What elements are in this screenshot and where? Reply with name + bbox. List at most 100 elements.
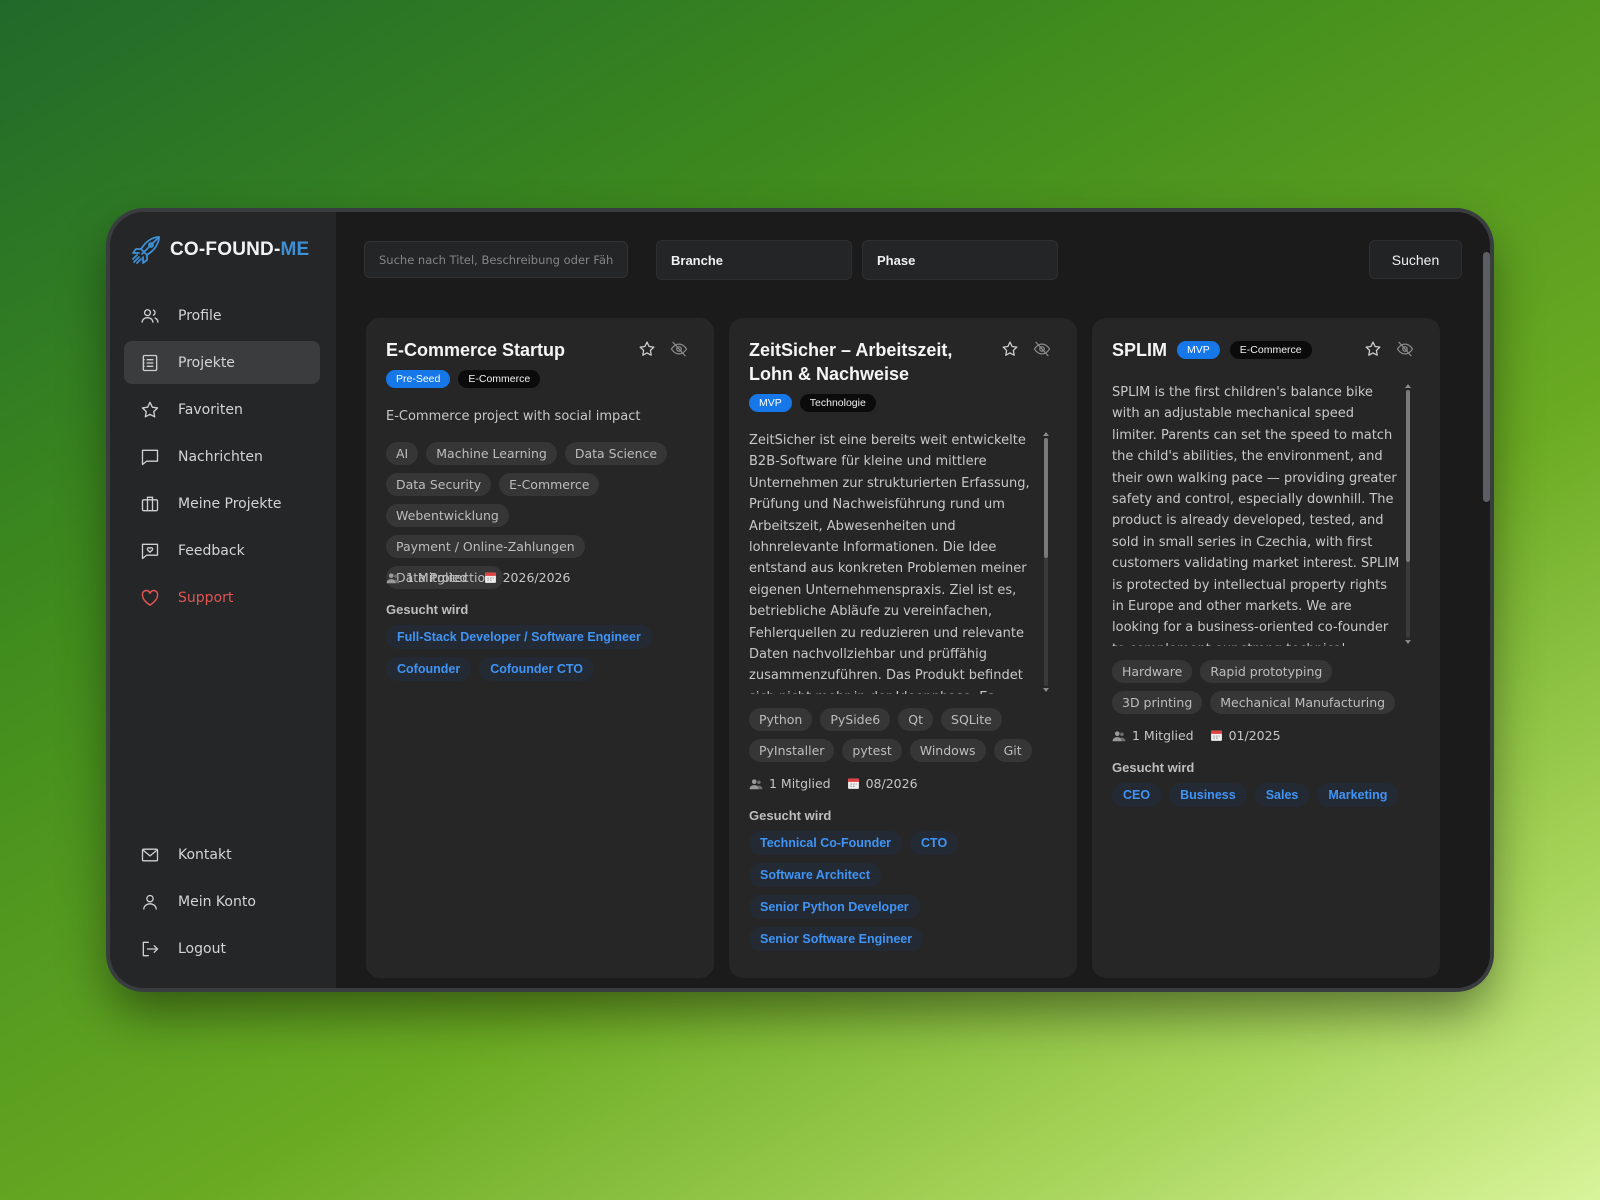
skill-tag: Data Security [386, 473, 492, 496]
star-icon[interactable] [1001, 340, 1019, 358]
card-description: E-Commerce project with social impact [386, 409, 641, 424]
nav-item-support[interactable]: Support [124, 576, 320, 619]
role-tag: CEO [1112, 783, 1162, 807]
nav-item-feedback[interactable]: Feedback [124, 529, 320, 572]
role-tag: Marketing [1317, 783, 1399, 807]
heart-icon [141, 589, 159, 606]
wanted-label: Gesucht wird [1112, 760, 1195, 775]
member-count: 1 Mitglied [406, 570, 468, 585]
eye-off-icon[interactable] [1033, 340, 1051, 358]
wanted-roles: CEO Business Sales Marketing [1112, 783, 1420, 807]
members-icon [386, 572, 400, 583]
card-date: 01/2025 [1228, 728, 1281, 743]
phase-badge: MVP [749, 394, 792, 412]
description-scroll[interactable]: ZeitSicher ist eine bereits weit entwick… [749, 430, 1043, 694]
list-icon [142, 354, 158, 371]
role-tag: Senior Software Engineer [749, 927, 924, 951]
role-tag: Sales [1254, 783, 1310, 807]
app-window: CO-FOUND-ME Profile Projekte Favoriten N… [110, 212, 1490, 988]
role-tag: Cofounder [386, 657, 472, 681]
branch-badge: Technologie [799, 394, 876, 412]
phase-badge: MVP [1177, 341, 1220, 359]
feedback-icon [141, 543, 159, 559]
members-icon [1112, 730, 1126, 741]
skill-tag: AI [386, 442, 419, 465]
wanted-roles: Full-Stack Developer / Software Engineer… [386, 625, 694, 681]
card-date: 08/2026 [865, 776, 918, 791]
description-scroll[interactable]: SPLIM is the first children's balance bi… [1112, 382, 1402, 646]
nav-item-logout[interactable]: Logout [124, 927, 320, 970]
user-icon [143, 894, 157, 910]
skill-tags: Hardware Rapid prototyping 3D printing M… [1112, 660, 1420, 714]
card-meta: 1 Mitglied 2026/2026 [386, 570, 570, 585]
nav-item-nachrichten[interactable]: Nachrichten [124, 435, 320, 478]
star-icon[interactable] [1364, 340, 1382, 358]
project-card[interactable]: SPLIM MVP E-Commerce SPLIM is the first … [1092, 318, 1440, 978]
nav-item-profile[interactable]: Profile [124, 294, 320, 337]
member-count: 1 Mitglied [1132, 728, 1194, 743]
card-description: ZeitSicher ist eine bereits weit entwick… [749, 433, 1030, 694]
nav-label: Kontakt [178, 846, 232, 863]
calendar-icon [484, 572, 496, 583]
skill-tag: PyInstaller [749, 739, 835, 762]
message-icon [141, 449, 159, 465]
skill-tag: Data Science [564, 442, 668, 465]
phase-select[interactable]: Phase [862, 240, 1058, 280]
role-tag: Software Architect [749, 863, 881, 887]
skill-tag: Qt [898, 708, 934, 731]
role-tag: Senior Python Developer [749, 895, 920, 919]
skill-tag: SQLite [941, 708, 1002, 731]
page-scrollbar[interactable] [1483, 252, 1490, 502]
scrollbar-thumb[interactable] [1406, 390, 1410, 562]
star-icon[interactable] [638, 340, 656, 358]
skill-tag: Git [993, 739, 1032, 762]
scroll-down-arrow[interactable] [1405, 640, 1411, 644]
nav-item-projekte[interactable]: Projekte [124, 341, 320, 384]
skill-tag: Python [749, 708, 813, 731]
search-input[interactable] [364, 241, 628, 278]
nav-label: Mein Konto [178, 893, 256, 910]
skill-tag: 3D printing [1112, 691, 1203, 714]
nav-item-kontakt[interactable]: Kontakt [124, 833, 320, 876]
card-title[interactable]: SPLIM [1112, 338, 1167, 362]
skill-tag: Hardware [1112, 660, 1193, 683]
nav-label: Logout [178, 940, 226, 957]
eye-off-icon[interactable] [1396, 340, 1414, 358]
role-tag: Cofounder CTO [479, 657, 595, 681]
role-tag: CTO [910, 831, 959, 855]
role-tag: Business [1169, 783, 1247, 807]
wanted-label: Gesucht wird [749, 808, 832, 823]
branche-select[interactable]: Branche [656, 240, 852, 280]
scroll-down-arrow[interactable] [1043, 688, 1049, 692]
scroll-up-arrow[interactable] [1043, 432, 1049, 436]
brand-name: CO-FOUND-ME [170, 239, 310, 260]
card-date: 2026/2026 [502, 570, 571, 585]
scrollbar-thumb[interactable] [1044, 438, 1048, 558]
nav-label: Meine Projekte [178, 495, 282, 512]
nav-item-mein-konto[interactable]: Mein Konto [124, 880, 320, 923]
skill-tag: Webentwicklung [386, 504, 509, 527]
nav-label: Nachrichten [178, 448, 263, 465]
nav-item-favoriten[interactable]: Favoriten [124, 388, 320, 431]
nav-item-meine-projekte[interactable]: Meine Projekte [124, 482, 320, 525]
bottom-nav: Kontakt Mein Konto Logout [124, 833, 320, 974]
skill-tag: pytest [842, 739, 902, 762]
wanted-roles: Technical Co-Founder CTO Software Archit… [749, 831, 1057, 951]
card-description: SPLIM is the first children's balance bi… [1112, 385, 1400, 646]
sidebar: CO-FOUND-ME Profile Projekte Favoriten N… [110, 212, 336, 988]
main-content: Branche Phase Suchen E-Commerce Startup … [336, 212, 1490, 988]
branch-badge: E-Commerce [1229, 341, 1312, 359]
brand-logo[interactable]: CO-FOUND-ME [130, 234, 309, 266]
project-card[interactable]: ZeitSicher – Arbeitszeit, Lohn & Nachwei… [729, 318, 1077, 978]
star-icon [141, 401, 159, 417]
calendar-icon [847, 778, 859, 789]
scroll-up-arrow[interactable] [1405, 384, 1411, 388]
wanted-label: Gesucht wird [386, 602, 469, 617]
members-icon [749, 778, 763, 789]
card-title[interactable]: ZeitSicher – Arbeitszeit, Lohn & Nachwei… [749, 338, 997, 386]
briefcase-icon [141, 496, 159, 511]
search-button[interactable]: Suchen [1369, 240, 1462, 279]
project-card[interactable]: E-Commerce Startup Pre-Seed E-Commerce E… [366, 318, 714, 978]
eye-off-icon[interactable] [670, 340, 688, 358]
main-nav: Profile Projekte Favoriten Nachrichten M… [124, 294, 320, 623]
